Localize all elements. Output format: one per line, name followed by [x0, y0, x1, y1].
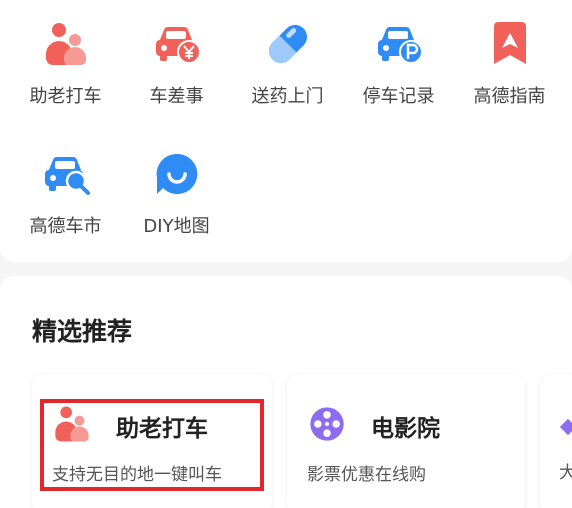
car-yuan-icon: [155, 26, 201, 64]
service-elderly-taxi[interactable]: 助老打车: [10, 0, 121, 110]
smile-pin-icon: [156, 153, 197, 194]
card-subtitle: 支持无目的地一键叫车: [52, 465, 222, 485]
car-search-icon: [44, 156, 90, 195]
service-car-market[interactable]: 高德车市: [10, 130, 121, 240]
card-subtitle: 影票优惠在线购: [307, 465, 426, 485]
pill-icon: [268, 24, 307, 64]
diamond-icon: [559, 418, 572, 436]
service-medicine-delivery[interactable]: 送药上门: [232, 0, 343, 110]
service-label: 助老打车: [29, 86, 102, 107]
service-label: 送药上门: [251, 86, 324, 107]
service-car-errands[interactable]: 车差事: [121, 0, 232, 110]
car-parking-icon: [377, 26, 423, 64]
service-parking-records[interactable]: 停车记录: [343, 0, 454, 110]
elderly-people-icon: [55, 406, 89, 442]
service-label: 高德指南: [473, 86, 546, 107]
service-diy-map[interactable]: DIY地图: [121, 130, 232, 240]
card-cinema[interactable]: 电影院 影票优惠在线购: [287, 374, 525, 508]
card-elderly-taxi[interactable]: 助老打车 支持无目的地一键叫车: [32, 374, 272, 508]
elderly-people-icon: [45, 23, 86, 65]
service-label: 停车记录: [362, 86, 435, 107]
card-title: 电影院: [371, 416, 440, 442]
card-partial[interactable]: 大: [540, 374, 572, 508]
film-reel-icon: [310, 407, 344, 441]
service-label: 车差事: [149, 86, 204, 107]
service-amap-guide[interactable]: 高德指南: [454, 0, 565, 110]
service-label: 高德车市: [29, 216, 102, 237]
service-label: DIY地图: [143, 216, 210, 237]
bookmark-guide-icon: [493, 22, 526, 64]
section-title: 精选推荐: [32, 317, 133, 346]
card-title: 助老打车: [116, 416, 208, 442]
card-subtitle: 大: [559, 463, 572, 483]
